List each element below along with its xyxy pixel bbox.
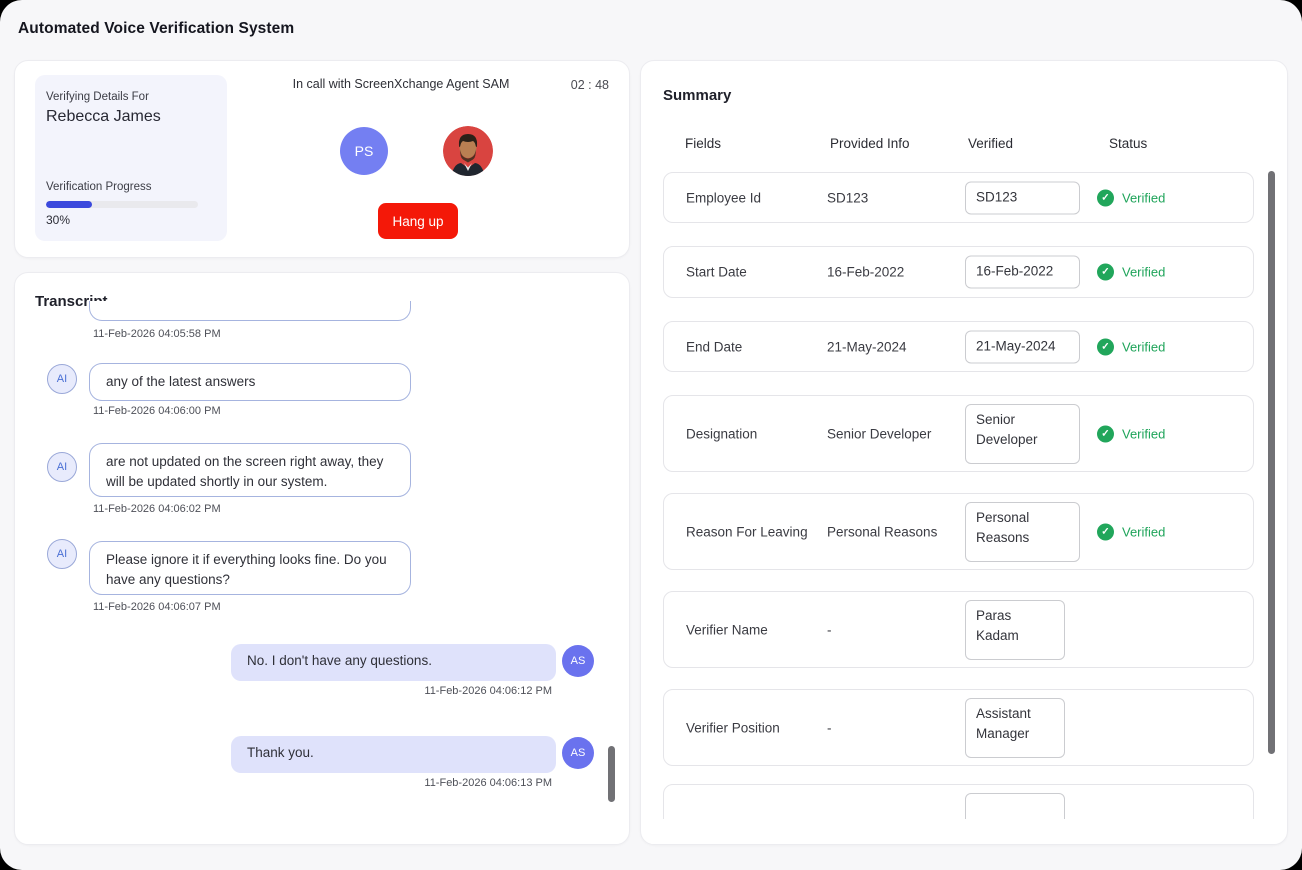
summary-title: Summary [663,87,731,104]
message-timestamp: 11-Feb-2026 04:06:02 PM [93,503,221,515]
verified-input[interactable]: SD123 [965,181,1080,214]
status-label: Verified [1122,524,1165,539]
column-header-provided-info: Provided Info [830,136,910,151]
message-bubble-partial [89,301,411,321]
screen: Automated Voice Verification System Veri… [0,0,1302,870]
column-header-verified: Verified [968,136,1013,151]
status-label: Verified [1122,339,1165,354]
summary-scrollbar[interactable] [1268,171,1275,754]
verified-input[interactable]: Personal Reasons [965,502,1080,562]
row-field-label: Verifier Position [686,720,780,735]
status-label: Verified [1122,265,1165,280]
call-status-text: In call with ScreenXchange Agent SAM [231,77,571,91]
row-provided-value: 21-May-2024 [827,339,907,354]
table-row: Start Date 16-Feb-2022 16-Feb-2022 ✓ Ver… [663,246,1254,298]
avatar-caller-initials: PS [340,127,388,175]
verification-progress-label: Verification Progress [46,181,151,193]
row-field-label: Reason For Leaving [686,524,808,539]
message-timestamp: 11-Feb-2026 04:06:13 PM [231,777,552,789]
status-badge: ✓ Verified [1097,264,1165,281]
check-icon: ✓ [1097,264,1114,281]
transcript-scrollbar[interactable] [608,746,615,802]
progress-bar [46,201,198,208]
avatar-ai: AI [47,539,77,569]
message-timestamp: 11-Feb-2026 04:05:58 PM [93,328,221,340]
status-badge: ✓ Verified [1097,338,1165,355]
transcript-panel: Transcript 11-Feb-2026 04:05:58 PM AI an… [14,272,630,845]
check-icon: ✓ [1097,425,1114,442]
message-bubble: Please ignore it if everything looks fin… [89,541,411,595]
message-timestamp: 11-Feb-2026 04:06:00 PM [93,405,221,417]
call-panel: Verifying Details For Rebecca James Veri… [14,60,630,258]
status-badge: ✓ Verified [1097,425,1165,442]
avatar-user: AS [562,737,594,769]
table-row: Designation Senior Developer Senior Deve… [663,395,1254,472]
status-badge: ✓ Verified [1097,189,1165,206]
avatar-user: AS [562,645,594,677]
avatar-user-text: AS [571,747,586,759]
avatar-ai-text: AI [57,548,67,560]
row-provided-value: - [827,622,832,637]
row-field-label: End Date [686,339,742,354]
verified-input[interactable]: Senior Developer [965,404,1080,464]
summary-panel: Summary Fields Provided Info Verified St… [640,60,1288,845]
avatar-ai-text: AI [57,461,67,473]
message-bubble: any of the latest answers [89,363,411,401]
table-row: Employee Id SD123 SD123 ✓ Verified [663,172,1254,223]
message-bubble: No. I don't have any questions. [231,644,556,681]
check-icon: ✓ [1097,338,1114,355]
table-row: Verifier Position - Assistant Manager [663,689,1254,766]
row-provided-value: SD123 [827,190,868,205]
status-badge: ✓ Verified [1097,523,1165,540]
progress-percent: 30% [46,213,70,227]
row-provided-value: - [827,720,832,735]
verified-input[interactable]: Assistant Manager [965,698,1065,758]
page-title: Automated Voice Verification System [18,20,294,38]
row-provided-value: 16-Feb-2022 [827,265,904,280]
status-label: Verified [1122,190,1165,205]
verified-input[interactable]: Paras Kadam [965,600,1065,660]
verified-input[interactable]: 16-Feb-2022 [965,256,1080,289]
row-field-label: Designation [686,426,757,441]
app-window: Automated Voice Verification System Veri… [0,0,1302,870]
status-label: Verified [1122,426,1165,441]
check-icon: ✓ [1097,189,1114,206]
call-timer: 02 : 48 [571,78,609,92]
candidate-name: Rebecca James [46,108,161,126]
message-timestamp: 11-Feb-2026 04:06:12 PM [231,685,552,697]
row-field-label: Start Date [686,265,747,280]
table-row: Reason For Leaving Personal Reasons Pers… [663,493,1254,570]
progress-fill [46,201,92,208]
agent-photo [443,126,493,176]
message-bubble: Thank you. [231,736,556,773]
avatar-user-text: AS [571,655,586,667]
caller-initials-text: PS [355,143,374,159]
avatar-ai: AI [47,364,77,394]
row-provided-value: Senior Developer [827,426,931,441]
table-row: End Date 21-May-2024 21-May-2024 ✓ Verif… [663,321,1254,372]
avatar-ai-text: AI [57,373,67,385]
row-field-label: Employee Id [686,190,761,205]
bottom-fade [643,819,1273,845]
hang-up-button[interactable]: Hang up [378,203,458,239]
message-bubble: are not updated on the screen right away… [89,443,411,497]
table-row: Verifier Name - Paras Kadam [663,591,1254,668]
check-icon: ✓ [1097,523,1114,540]
verifying-details-card: Verifying Details For Rebecca James Veri… [35,75,227,241]
verifying-label: Verifying Details For [46,91,149,103]
avatar-ai: AI [47,452,77,482]
row-provided-value: Personal Reasons [827,524,937,539]
column-header-status: Status [1109,136,1147,151]
row-field-label: Verifier Name [686,622,768,637]
agent-portrait-icon [443,126,493,176]
column-header-fields: Fields [685,136,721,151]
message-timestamp: 11-Feb-2026 04:06:07 PM [93,601,221,613]
verified-input[interactable]: 21-May-2024 [965,330,1080,363]
